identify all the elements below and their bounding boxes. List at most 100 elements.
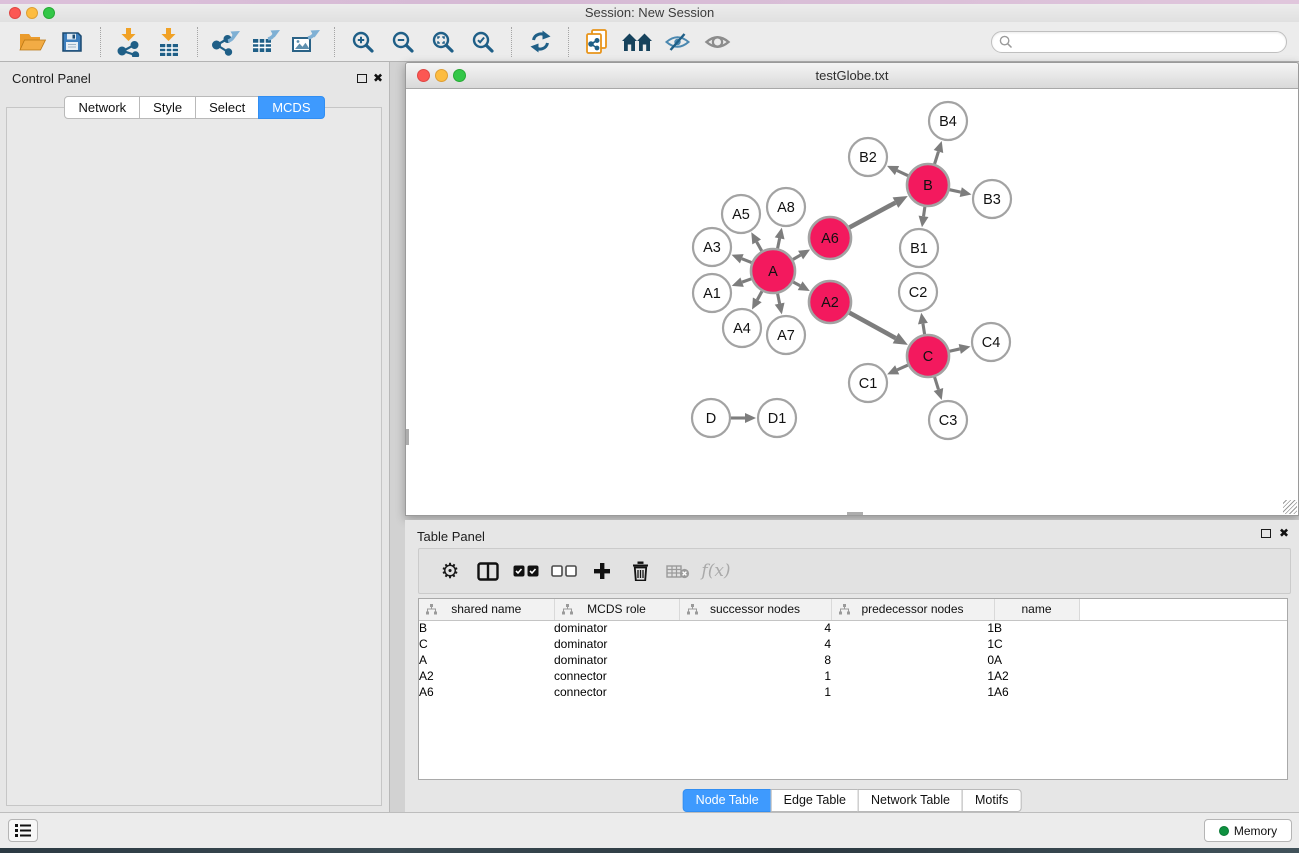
export-network-button[interactable] [206, 24, 246, 60]
graph-edge-A-A8[interactable] [778, 238, 780, 248]
graph-node-A7[interactable]: A7 [767, 316, 805, 354]
network-canvas[interactable]: A A1 A3A5A8 A4A7 A6 A2 B B1 B2 B3 B4 C C1 C2 C3 C4 D D1 [406, 89, 1298, 515]
export-image-button[interactable] [286, 24, 326, 60]
graph-edge-A-A7[interactable] [778, 294, 780, 304]
table-panel-float-icon[interactable] [1261, 529, 1271, 538]
graph-edge-B-B1[interactable] [924, 207, 925, 217]
graph-edge-B-B4[interactable] [935, 152, 939, 164]
graph-node-D1[interactable]: D1 [758, 399, 796, 437]
graph-edge-C-C1[interactable] [897, 365, 908, 370]
open-session-button[interactable] [12, 24, 52, 60]
graph-edge-A-A3[interactable] [742, 259, 752, 263]
graph-node-C2[interactable]: C2 [899, 273, 937, 311]
split-columns-button[interactable] [469, 551, 507, 591]
search-input[interactable] [1013, 33, 1286, 51]
node-table[interactable]: shared nameMCDS rolesuccessor nodesprede… [418, 598, 1288, 780]
add-column-button[interactable] [583, 551, 621, 591]
table-row[interactable]: A6connector11A6 [419, 684, 1287, 700]
network-document-button[interactable] [577, 24, 617, 60]
window-resize-grip[interactable] [1283, 500, 1297, 514]
deselect-all-button[interactable] [545, 551, 583, 591]
minimize-window-button[interactable] [26, 7, 38, 19]
column-header-name[interactable]: name [994, 599, 1079, 620]
function-builder-button[interactable]: f(x) [697, 551, 735, 591]
memory-button[interactable]: Memory [1204, 819, 1292, 842]
graph-edge-A-A5[interactable] [757, 242, 762, 251]
delete-column-button[interactable] [621, 551, 659, 591]
column-header-predecessor-nodes[interactable]: predecessor nodes [831, 599, 994, 620]
graph-node-B4[interactable]: B4 [929, 102, 967, 140]
houses-button[interactable] [617, 24, 657, 60]
graph-edge-C-C2[interactable] [923, 324, 925, 335]
graph-edge-A-A4[interactable] [757, 291, 762, 300]
table-row[interactable]: Cdominator41C [419, 636, 1287, 652]
graph-edge-A-A2[interactable] [793, 282, 800, 286]
graph-edge-C-C3[interactable] [935, 377, 939, 389]
graph-edge-A6-B[interactable] [849, 203, 895, 228]
tab-network-table[interactable]: Network Table [858, 789, 963, 812]
graph-node-D[interactable]: D [692, 399, 730, 437]
tab-network[interactable]: Network [64, 96, 140, 119]
tab-motifs[interactable]: Motifs [962, 789, 1021, 812]
save-session-button[interactable] [52, 24, 92, 60]
graph-node-A5[interactable]: A5 [722, 195, 760, 233]
graph-node-A3[interactable]: A3 [693, 228, 731, 266]
network-zoom-button[interactable] [453, 69, 466, 82]
zoom-selected-button[interactable] [463, 24, 503, 60]
network-vertical-scroll-thumb[interactable] [406, 429, 409, 445]
table-row[interactable]: Bdominator41B [419, 620, 1287, 636]
show-details-button[interactable] [697, 24, 737, 60]
tab-select[interactable]: Select [195, 96, 259, 119]
delete-table-button[interactable] [659, 551, 697, 591]
graph-node-C[interactable]: C [907, 335, 949, 377]
table-row[interactable]: A2connector11A2 [419, 668, 1287, 684]
graph-node-A8[interactable]: A8 [767, 188, 805, 226]
graph-node-C1[interactable]: C1 [849, 364, 887, 402]
graph-node-B2[interactable]: B2 [849, 138, 887, 176]
network-graph[interactable]: A A1 A3A5A8 A4A7 A6 A2 B B1 B2 B3 B4 C C1 C2 C3 C4 D D1 [406, 89, 1298, 515]
import-network-button[interactable] [109, 24, 149, 60]
graph-node-B1[interactable]: B1 [900, 229, 938, 267]
zoom-fit-button[interactable] [423, 24, 463, 60]
graph-node-B[interactable]: B [907, 164, 949, 206]
graph-edge-A-A1[interactable] [742, 279, 751, 282]
graph-node-A1[interactable]: A1 [693, 274, 731, 312]
import-table-button[interactable] [149, 24, 189, 60]
network-minimize-button[interactable] [435, 69, 448, 82]
graph-node-A4[interactable]: A4 [723, 309, 761, 347]
graph-node-B3[interactable]: B3 [973, 180, 1011, 218]
table-settings-button[interactable]: ⚙ [431, 551, 469, 591]
tab-edge-table[interactable]: Edge Table [771, 789, 859, 812]
graph-edge-A2-C[interactable] [849, 313, 895, 339]
graph-node-A2[interactable]: A2 [809, 281, 851, 323]
network-close-button[interactable] [417, 69, 430, 82]
column-header-successor-nodes[interactable]: successor nodes [679, 599, 831, 620]
graph-node-C4[interactable]: C4 [972, 323, 1010, 361]
graph-edge-A-A6[interactable] [793, 255, 801, 259]
task-history-button[interactable] [8, 819, 38, 842]
column-header-shared-name[interactable]: shared name [419, 599, 554, 620]
tab-mcds[interactable]: MCDS [258, 96, 324, 119]
table-row[interactable]: Adominator80A [419, 652, 1287, 668]
export-table-button[interactable] [246, 24, 286, 60]
graph-edge-C-C4[interactable] [949, 349, 959, 351]
zoom-window-button[interactable] [43, 7, 55, 19]
hide-details-button[interactable] [657, 24, 697, 60]
tab-style[interactable]: Style [139, 96, 196, 119]
control-panel-float-icon[interactable] [357, 74, 367, 83]
zoom-out-button[interactable] [383, 24, 423, 60]
graph-node-A6[interactable]: A6 [809, 217, 851, 259]
refresh-layout-button[interactable] [520, 24, 560, 60]
table-panel-close-icon[interactable]: ✖ [1279, 527, 1289, 539]
graph-node-A[interactable]: A [751, 249, 795, 293]
column-header-MCDS-role[interactable]: MCDS role [554, 599, 679, 620]
network-horizontal-scroll-thumb[interactable] [847, 512, 863, 515]
graph-edge-B-B2[interactable] [897, 171, 908, 176]
graph-edge-B-B3[interactable] [949, 190, 960, 192]
select-all-button[interactable] [507, 551, 545, 591]
close-window-button[interactable] [9, 7, 21, 19]
graph-node-C3[interactable]: C3 [929, 401, 967, 439]
zoom-in-button[interactable] [343, 24, 383, 60]
table-header-row[interactable]: shared nameMCDS rolesuccessor nodesprede… [419, 599, 1287, 620]
tab-node-table[interactable]: Node Table [683, 789, 772, 812]
